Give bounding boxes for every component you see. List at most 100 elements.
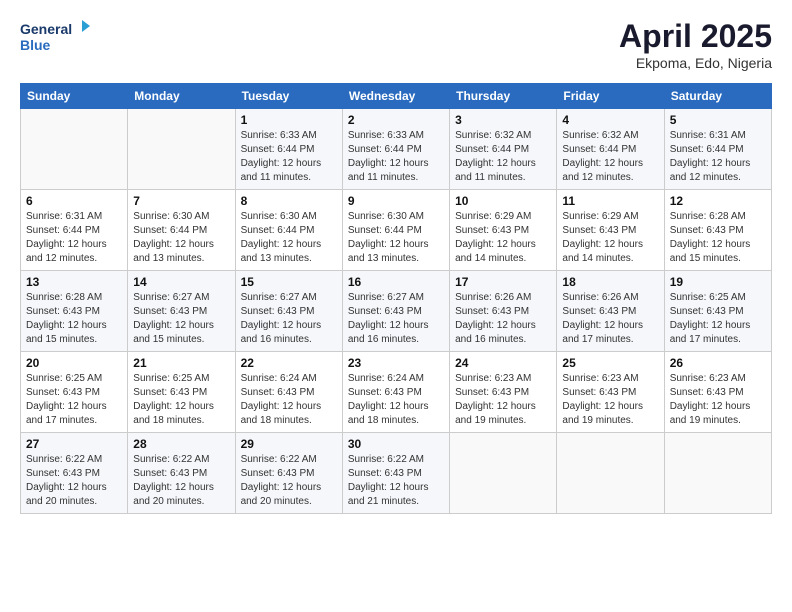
svg-text:Blue: Blue [20,37,51,53]
day-info: Sunrise: 6:33 AM Sunset: 6:44 PM Dayligh… [241,129,337,185]
day-info: Sunrise: 6:26 AM Sunset: 6:43 PM Dayligh… [455,291,551,347]
day-number: 18 [562,275,658,289]
day-number: 28 [133,437,229,451]
calendar-cell: 29 Sunrise: 6:22 AM Sunset: 6:43 PM Dayli… [235,433,342,514]
calendar-cell [450,433,557,514]
day-number: 8 [241,194,337,208]
day-number: 17 [455,275,551,289]
day-info: Sunrise: 6:24 AM Sunset: 6:43 PM Dayligh… [241,372,337,428]
day-info: Sunrise: 6:32 AM Sunset: 6:44 PM Dayligh… [562,129,658,185]
day-info: Sunrise: 6:23 AM Sunset: 6:43 PM Dayligh… [562,372,658,428]
calendar-cell [128,109,235,190]
calendar-cell [664,433,771,514]
calendar-cell: 17 Sunrise: 6:26 AM Sunset: 6:43 PM Dayli… [450,271,557,352]
logo: General Blue [20,18,90,54]
day-info: Sunrise: 6:31 AM Sunset: 6:44 PM Dayligh… [670,129,766,185]
day-info: Sunrise: 6:23 AM Sunset: 6:43 PM Dayligh… [455,372,551,428]
calendar-cell: 25 Sunrise: 6:23 AM Sunset: 6:43 PM Dayli… [557,352,664,433]
day-number: 29 [241,437,337,451]
calendar-cell: 16 Sunrise: 6:27 AM Sunset: 6:43 PM Dayli… [342,271,449,352]
calendar-row-1: 6 Sunrise: 6:31 AM Sunset: 6:44 PM Daylig… [21,190,772,271]
calendar-row-3: 20 Sunrise: 6:25 AM Sunset: 6:43 PM Dayli… [21,352,772,433]
day-number: 3 [455,113,551,127]
day-number: 24 [455,356,551,370]
day-info: Sunrise: 6:22 AM Sunset: 6:43 PM Dayligh… [133,453,229,509]
day-info: Sunrise: 6:25 AM Sunset: 6:43 PM Dayligh… [26,372,122,428]
day-number: 23 [348,356,444,370]
calendar-cell: 20 Sunrise: 6:25 AM Sunset: 6:43 PM Dayli… [21,352,128,433]
day-info: Sunrise: 6:31 AM Sunset: 6:44 PM Dayligh… [26,210,122,266]
main-title: April 2025 [619,18,772,55]
calendar-cell: 26 Sunrise: 6:23 AM Sunset: 6:43 PM Dayli… [664,352,771,433]
calendar-cell: 21 Sunrise: 6:25 AM Sunset: 6:43 PM Dayli… [128,352,235,433]
day-info: Sunrise: 6:22 AM Sunset: 6:43 PM Dayligh… [26,453,122,509]
calendar-cell: 22 Sunrise: 6:24 AM Sunset: 6:43 PM Dayli… [235,352,342,433]
calendar-cell: 23 Sunrise: 6:24 AM Sunset: 6:43 PM Dayli… [342,352,449,433]
calendar-cell: 12Sunrise: 6:28 AM Sunset: 6:43 PM Dayli… [664,190,771,271]
day-info: Sunrise: 6:25 AM Sunset: 6:43 PM Dayligh… [670,291,766,347]
day-number: 16 [348,275,444,289]
day-number: 7 [133,194,229,208]
day-number: 21 [133,356,229,370]
calendar-row-4: 27Sunrise: 6:22 AM Sunset: 6:43 PM Dayli… [21,433,772,514]
day-number: 6 [26,194,122,208]
day-info: Sunrise: 6:27 AM Sunset: 6:43 PM Dayligh… [241,291,337,347]
svg-text:General: General [20,21,72,37]
calendar-cell: 5 Sunrise: 6:31 AM Sunset: 6:44 PM Daylig… [664,109,771,190]
day-info: Sunrise: 6:33 AM Sunset: 6:44 PM Dayligh… [348,129,444,185]
header-wednesday: Wednesday [342,84,449,109]
calendar-cell [557,433,664,514]
calendar-cell: 28 Sunrise: 6:22 AM Sunset: 6:43 PM Dayli… [128,433,235,514]
calendar-cell [21,109,128,190]
subtitle: Ekpoma, Edo, Nigeria [619,55,772,71]
day-info: Sunrise: 6:29 AM Sunset: 6:43 PM Dayligh… [562,210,658,266]
calendar-cell: 11 Sunrise: 6:29 AM Sunset: 6:43 PM Dayli… [557,190,664,271]
calendar-cell: 14 Sunrise: 6:27 AM Sunset: 6:43 PM Dayli… [128,271,235,352]
day-info: Sunrise: 6:27 AM Sunset: 6:43 PM Dayligh… [348,291,444,347]
day-number: 30 [348,437,444,451]
page: General Blue April 2025 Ekpoma, Edo, Nig… [0,0,792,612]
day-number: 9 [348,194,444,208]
day-info: Sunrise: 6:30 AM Sunset: 6:44 PM Dayligh… [241,210,337,266]
day-number: 25 [562,356,658,370]
calendar-row-0: 1Sunrise: 6:33 AM Sunset: 6:44 PM Daylig… [21,109,772,190]
day-info: Sunrise: 6:22 AM Sunset: 6:43 PM Dayligh… [348,453,444,509]
calendar-cell: 7Sunrise: 6:30 AM Sunset: 6:44 PM Daylig… [128,190,235,271]
day-info: Sunrise: 6:25 AM Sunset: 6:43 PM Dayligh… [133,372,229,428]
day-info: Sunrise: 6:23 AM Sunset: 6:43 PM Dayligh… [670,372,766,428]
day-number: 26 [670,356,766,370]
day-info: Sunrise: 6:27 AM Sunset: 6:43 PM Dayligh… [133,291,229,347]
calendar-cell: 30 Sunrise: 6:22 AM Sunset: 6:43 PM Dayli… [342,433,449,514]
day-number: 11 [562,194,658,208]
header-thursday: Thursday [450,84,557,109]
calendar-cell: 27Sunrise: 6:22 AM Sunset: 6:43 PM Dayli… [21,433,128,514]
calendar-row-2: 13 Sunrise: 6:28 AM Sunset: 6:43 PM Dayli… [21,271,772,352]
day-info: Sunrise: 6:28 AM Sunset: 6:43 PM Dayligh… [670,210,766,266]
day-number: 5 [670,113,766,127]
header: General Blue April 2025 Ekpoma, Edo, Nig… [20,18,772,71]
header-monday: Monday [128,84,235,109]
day-info: Sunrise: 6:32 AM Sunset: 6:44 PM Dayligh… [455,129,551,185]
day-info: Sunrise: 6:24 AM Sunset: 6:43 PM Dayligh… [348,372,444,428]
day-number: 22 [241,356,337,370]
day-number: 10 [455,194,551,208]
day-number: 14 [133,275,229,289]
calendar-cell: 13 Sunrise: 6:28 AM Sunset: 6:43 PM Dayli… [21,271,128,352]
day-info: Sunrise: 6:30 AM Sunset: 6:44 PM Dayligh… [348,210,444,266]
calendar-cell: 1Sunrise: 6:33 AM Sunset: 6:44 PM Daylig… [235,109,342,190]
calendar-cell: 19 Sunrise: 6:25 AM Sunset: 6:43 PM Dayli… [664,271,771,352]
calendar-cell: 18 Sunrise: 6:26 AM Sunset: 6:43 PM Dayli… [557,271,664,352]
day-number: 19 [670,275,766,289]
day-number: 13 [26,275,122,289]
calendar-cell: 15Sunrise: 6:27 AM Sunset: 6:43 PM Dayli… [235,271,342,352]
weekday-header-row: Sunday Monday Tuesday Wednesday Thursday… [21,84,772,109]
day-info: Sunrise: 6:26 AM Sunset: 6:43 PM Dayligh… [562,291,658,347]
day-info: Sunrise: 6:29 AM Sunset: 6:43 PM Dayligh… [455,210,551,266]
title-block: April 2025 Ekpoma, Edo, Nigeria [619,18,772,71]
day-info: Sunrise: 6:28 AM Sunset: 6:43 PM Dayligh… [26,291,122,347]
header-tuesday: Tuesday [235,84,342,109]
day-info: Sunrise: 6:22 AM Sunset: 6:43 PM Dayligh… [241,453,337,509]
header-friday: Friday [557,84,664,109]
day-number: 20 [26,356,122,370]
header-saturday: Saturday [664,84,771,109]
